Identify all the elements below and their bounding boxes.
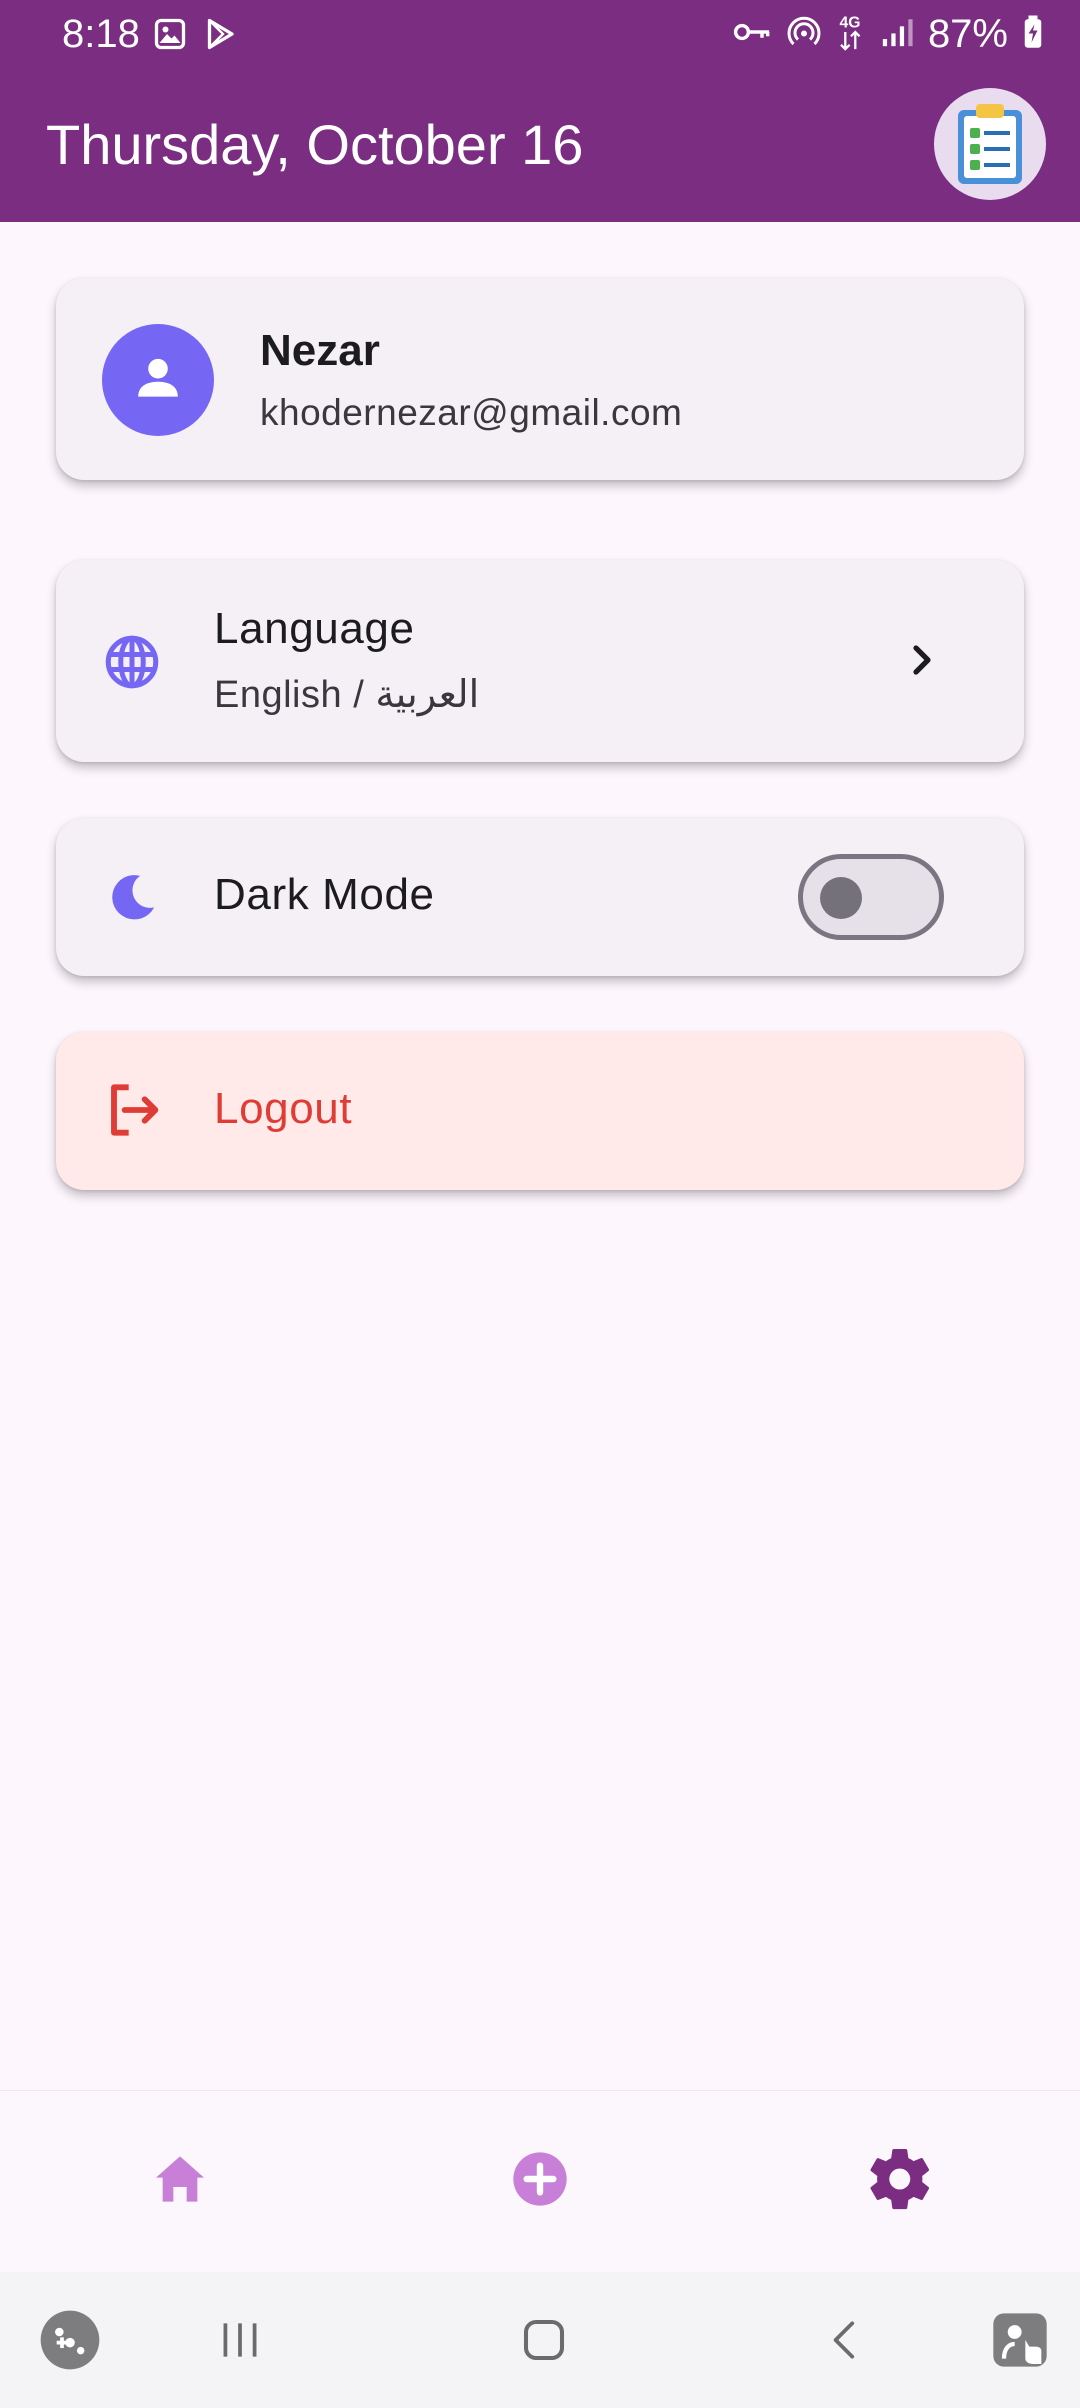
status-time: 8:18 xyxy=(62,12,140,56)
app-header: 8:18 4G 87% Thursday, October 16 xyxy=(0,0,1080,222)
profile-card[interactable]: Nezar khodernezar@gmail.com xyxy=(56,278,1024,480)
logout-label: Logout xyxy=(214,1084,353,1133)
chevron-right-icon xyxy=(898,636,946,689)
system-navigation-bar xyxy=(0,2272,1080,2408)
home-icon[interactable] xyxy=(494,2272,594,2408)
battery-charging-icon xyxy=(1022,14,1044,55)
bottom-navigation xyxy=(0,2090,1080,2272)
accessibility-icon[interactable] xyxy=(970,2272,1070,2408)
language-subtitle: English / العربية xyxy=(214,674,480,716)
add-circle-icon xyxy=(508,2147,572,2216)
gear-icon xyxy=(864,2143,936,2220)
signal-icon xyxy=(880,14,914,55)
moon-icon xyxy=(104,870,160,931)
network-4g-icon: 4G xyxy=(836,12,866,57)
nav-home[interactable] xyxy=(120,2121,240,2241)
recents-icon[interactable] xyxy=(190,2272,290,2408)
game-launcher-icon[interactable] xyxy=(20,2272,120,2408)
status-right-icons: 4G 87% xyxy=(732,12,1044,57)
image-icon xyxy=(152,16,188,57)
logout-button[interactable]: Logout xyxy=(56,1032,1024,1190)
svg-text:4G: 4G xyxy=(840,15,861,32)
status-bar: 8:18 4G 87% xyxy=(0,0,1080,72)
play-store-icon xyxy=(202,16,238,57)
home-icon xyxy=(148,2147,212,2216)
globe-icon xyxy=(102,632,162,697)
clipboard-checklist-icon[interactable] xyxy=(934,88,1046,200)
language-setting[interactable]: Language English / العربية xyxy=(56,560,1024,762)
nav-settings[interactable] xyxy=(840,2121,960,2241)
hotspot-icon xyxy=(786,14,822,55)
dark-mode-toggle[interactable] xyxy=(798,854,944,940)
dark-mode-setting: Dark Mode xyxy=(56,818,1024,976)
avatar xyxy=(102,324,214,436)
back-icon[interactable] xyxy=(796,2272,896,2408)
date-title: Thursday, October 16 xyxy=(46,113,584,176)
language-title: Language xyxy=(214,604,415,653)
dark-mode-label: Dark Mode xyxy=(214,870,435,919)
logout-icon xyxy=(102,1078,166,1147)
status-left-icons xyxy=(152,16,238,57)
battery-percentage: 87% xyxy=(927,12,1008,56)
toggle-knob xyxy=(820,877,862,919)
nav-add[interactable] xyxy=(480,2121,600,2241)
profile-name: Nezar xyxy=(260,326,380,375)
person-icon xyxy=(130,350,186,411)
profile-email: khodernezar@gmail.com xyxy=(260,392,683,433)
key-icon xyxy=(732,14,772,55)
